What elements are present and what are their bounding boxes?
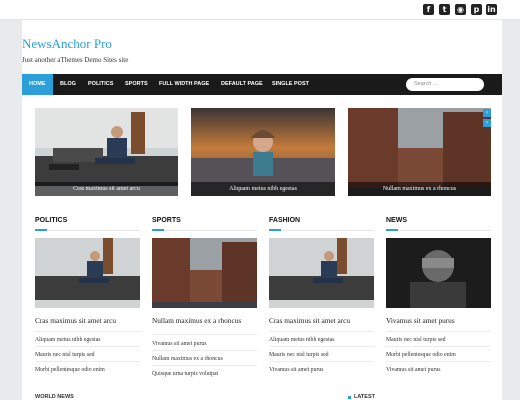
section-title-news[interactable]: NEWS <box>386 217 407 224</box>
sports-thumbnail[interactable] <box>152 238 257 308</box>
news-thumbnail[interactable] <box>386 238 491 308</box>
slide-1[interactable]: Cras maximus sit amet arcu <box>35 108 178 196</box>
site-title[interactable]: NewsAnchor Pro <box>22 36 112 52</box>
slide-caption[interactable]: Aliquam metus nibh egestas <box>191 182 335 196</box>
slider-next-button[interactable]: › <box>483 119 491 127</box>
site-description: Just another aThemes Demo Sites site <box>22 56 129 64</box>
latest-accent <box>348 396 351 399</box>
politics-link-1[interactable]: Aliquam metus nibh egestas <box>35 337 143 343</box>
post-separator <box>386 346 491 347</box>
sports-link-2[interactable]: Nullam maximus ex a rhoncus <box>152 356 260 362</box>
main-navigation: HOME BLOG POLITICS SPORTS FULL WIDTH PAG… <box>22 74 502 95</box>
section-divider <box>35 230 140 231</box>
search-input[interactable]: Search ... <box>406 78 484 91</box>
section-title-latest[interactable]: LATEST <box>354 394 375 400</box>
post-separator <box>35 346 140 347</box>
slide-caption[interactable]: Cras maximus sit amet arcu <box>35 182 178 196</box>
fashion-link-2[interactable]: Mauris nec nisl turpis sed <box>269 352 377 358</box>
section-accent <box>35 229 47 231</box>
post-separator <box>152 334 257 335</box>
section-title-politics[interactable]: POLITICS <box>35 217 67 224</box>
news-link-3[interactable]: Vivamus sit amet purus <box>386 367 494 373</box>
instagram-icon[interactable]: ◉ <box>455 4 466 15</box>
slide-2[interactable]: Aliquam metus nibh egestas <box>191 108 335 196</box>
section-accent <box>386 229 398 231</box>
news-link-2[interactable]: Morbi pellentesque odio enim <box>386 352 494 358</box>
news-link-1[interactable]: Mauris nec nisl turpis sed <box>386 337 494 343</box>
news-post-title[interactable]: Vivamus sit amet purus <box>386 316 494 325</box>
post-separator <box>386 361 491 362</box>
nav-item-single-post[interactable]: SINGLE POST <box>272 74 309 95</box>
section-title-sports[interactable]: SPORTS <box>152 217 181 224</box>
politics-post-title[interactable]: Cras maximus sit amet arcu <box>35 316 143 325</box>
post-separator <box>269 346 374 347</box>
sports-link-3[interactable]: Quisque urna turpis volutpat <box>152 371 260 377</box>
fashion-thumbnail[interactable] <box>269 238 374 308</box>
post-separator <box>386 331 491 332</box>
post-separator <box>35 361 140 362</box>
post-separator <box>152 350 257 351</box>
slide-caption[interactable]: Nullam maximus ex a rhoncus <box>348 182 491 196</box>
fashion-link-1[interactable]: Aliquam metus nibh egestas <box>269 337 377 343</box>
nav-item-home[interactable]: HOME <box>22 74 53 95</box>
facebook-icon[interactable]: f <box>423 4 434 15</box>
nav-item-politics[interactable]: POLITICS <box>88 74 113 95</box>
slider-prev-button[interactable]: ‹ <box>483 109 491 117</box>
social-bar: f t ◉ p in <box>0 0 520 20</box>
nav-item-sports[interactable]: SPORTS <box>125 74 148 95</box>
nav-item-default-page[interactable]: DEFAULT PAGE <box>221 74 263 95</box>
sports-link-1[interactable]: Vivamus sit amet purus <box>152 341 260 347</box>
fashion-link-3[interactable]: Vivamus sit amet purus <box>269 367 377 373</box>
post-separator <box>152 365 257 366</box>
sports-image <box>152 238 257 308</box>
pinterest-icon[interactable]: p <box>471 4 482 15</box>
news-image <box>386 238 491 308</box>
fashion-post-title[interactable]: Cras maximus sit amet arcu <box>269 316 377 325</box>
section-divider <box>269 230 374 231</box>
fashion-image <box>269 238 374 308</box>
politics-link-3[interactable]: Morbi pellentesque odio enim <box>35 367 143 373</box>
post-separator <box>269 361 374 362</box>
politics-image <box>35 238 140 308</box>
slide-3[interactable]: Nullam maximus ex a rhoncus <box>348 108 491 196</box>
nav-item-blog[interactable]: BLOG <box>60 74 76 95</box>
politics-thumbnail[interactable] <box>35 238 140 308</box>
linkedin-icon[interactable]: in <box>486 4 497 15</box>
post-separator <box>269 331 374 332</box>
post-separator <box>35 331 140 332</box>
section-title-fashion[interactable]: FASHION <box>269 217 300 224</box>
section-divider <box>386 230 491 231</box>
section-divider <box>152 230 257 231</box>
sports-post-title[interactable]: Nullam maximus ex a rhoncus <box>152 316 260 325</box>
section-accent <box>269 229 281 231</box>
politics-link-2[interactable]: Mauris nec nisl turpis sed <box>35 352 143 358</box>
twitter-icon[interactable]: t <box>439 4 450 15</box>
section-accent <box>152 229 164 231</box>
section-title-world-news[interactable]: WORLD NEWS <box>35 394 74 400</box>
nav-item-full-width-page[interactable]: FULL WIDTH PAGE <box>159 74 209 95</box>
